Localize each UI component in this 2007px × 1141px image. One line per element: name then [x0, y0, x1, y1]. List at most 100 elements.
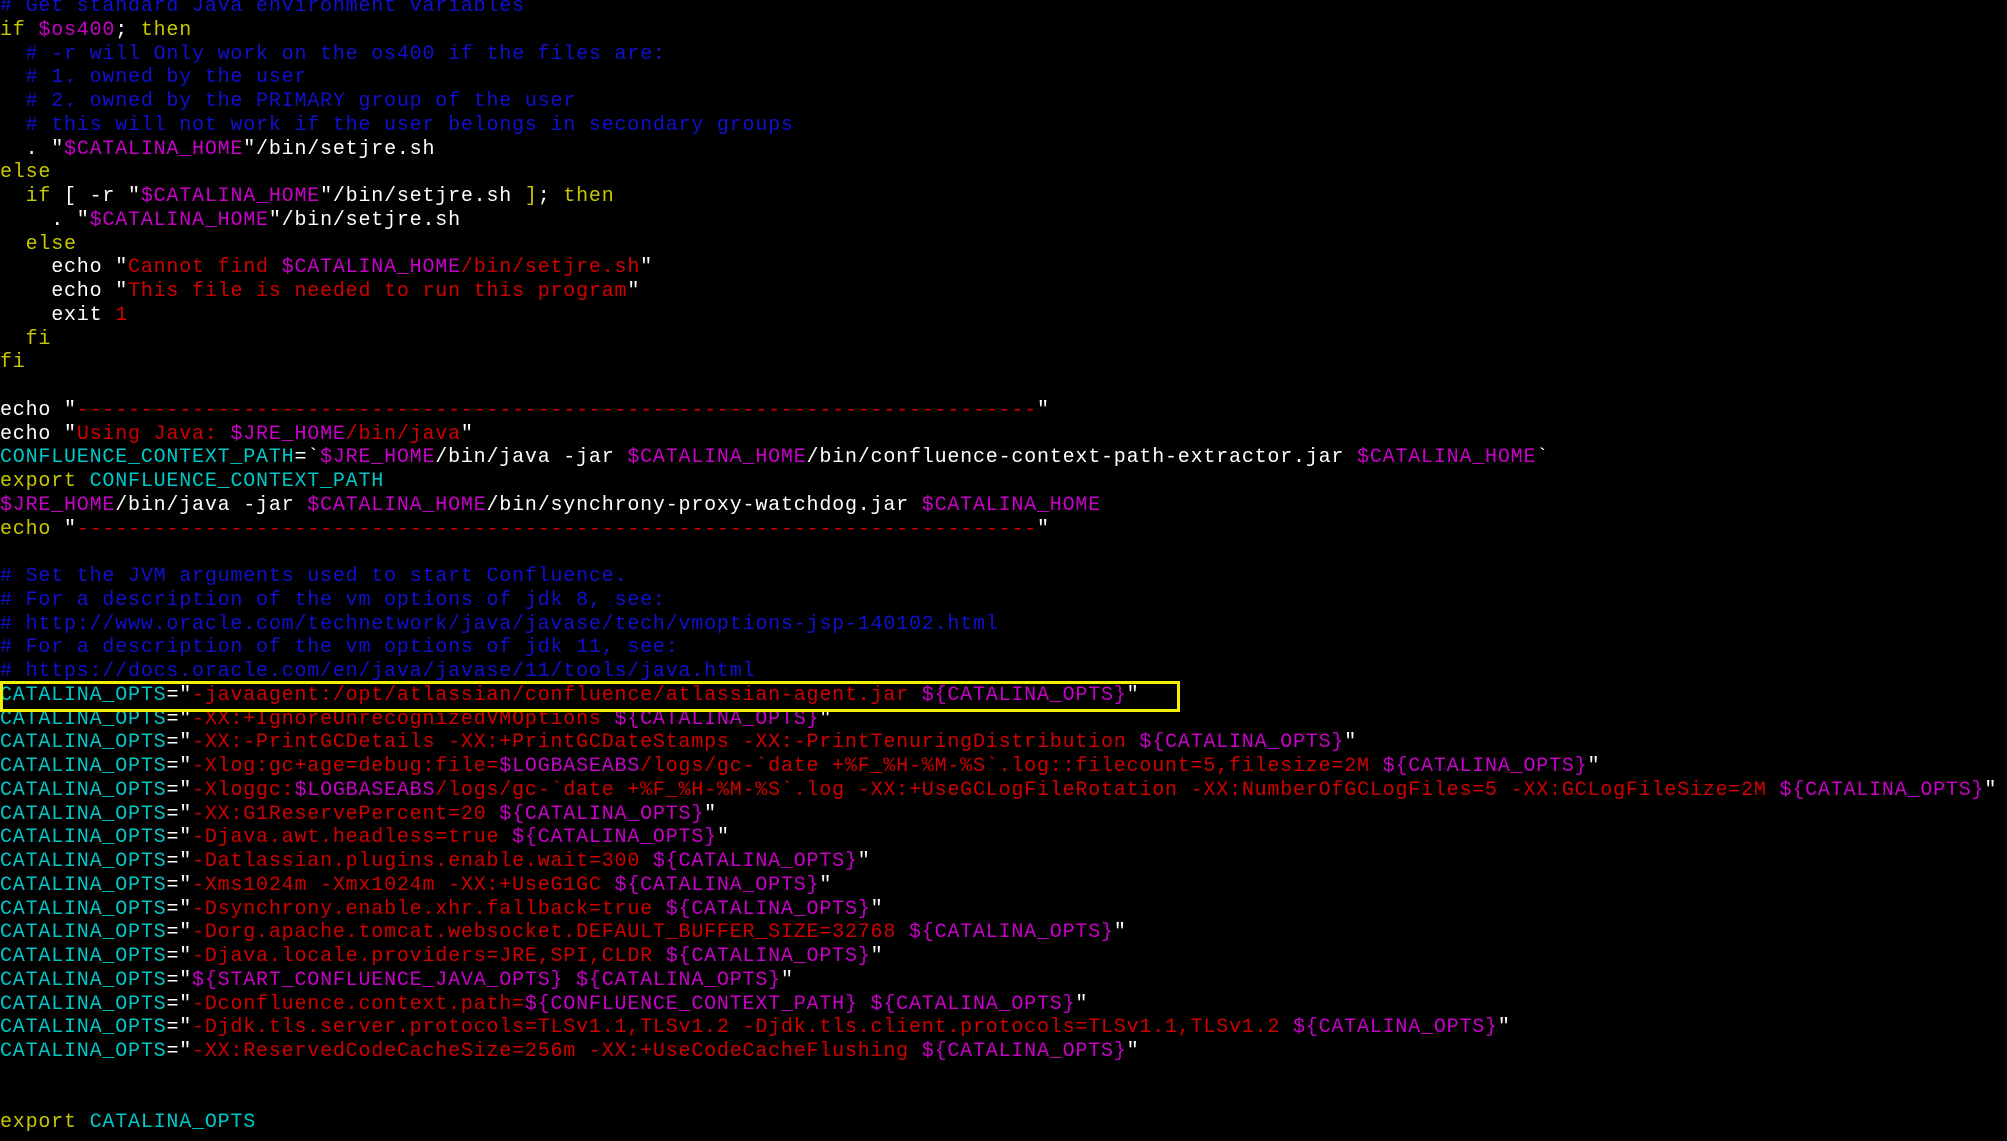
code-token-command: ": [1126, 683, 1140, 707]
code-token-variable: ${CATALINA_OPTS}: [1779, 778, 1985, 802]
code-line[interactable]: export CONFLUENCE_CONTEXT_PATH: [0, 470, 384, 494]
code-token-command: ": [1075, 992, 1089, 1016]
code-token-string: /bin/java: [345, 422, 461, 446]
code-token-variable: $CATALINA_HOME: [921, 493, 1102, 517]
code-line[interactable]: # Get standard Java environment variable…: [0, 0, 525, 19]
code-line[interactable]: # Set the JVM arguments used to start Co…: [0, 565, 627, 589]
code-line[interactable]: # -r will Only work on the os400 if the …: [0, 43, 666, 67]
code-token-identifier: CATALINA_OPTS: [0, 921, 167, 945]
code-token-identifier: CATALINA_OPTS: [0, 850, 167, 873]
code-token-variable: ${CATALINA_OPTS}: [499, 802, 705, 826]
code-line[interactable]: CATALINA_OPTS="-XX:ReservedCodeCacheSize…: [0, 1040, 1139, 1064]
code-line[interactable]: echo "This file is needed to run this pr…: [0, 280, 640, 304]
code-token-variable: ${CATALINA_OPTS}: [665, 897, 871, 921]
code-line[interactable]: CATALINA_OPTS="-XX:G1ReservePercent=20 $…: [0, 803, 717, 827]
code-line[interactable]: # 1. owned by the user: [0, 66, 307, 90]
code-token-identifier: CATALINA_OPTS: [0, 945, 167, 968]
code-line[interactable]: fi: [0, 328, 51, 352]
terminal-window[interactable]: # Get standard Java environment variable…: [0, 0, 2007, 1141]
code-line[interactable]: CATALINA_OPTS="-Djdk.tls.server.protocol…: [0, 1016, 1511, 1040]
code-token-command: "/bin/setjre.sh: [268, 208, 461, 232]
code-token-variable: $os400: [38, 18, 116, 42]
code-token-string: -XX:-PrintGCDetails -XX:+PrintGCDateStam…: [192, 731, 1140, 755]
code-line[interactable]: CONFLUENCE_CONTEXT_PATH=`$JRE_HOME/bin/j…: [0, 446, 1549, 470]
code-token-keyword: then: [563, 185, 615, 208]
code-line[interactable]: if $os400; then: [0, 19, 192, 43]
code-token-keyword: else: [0, 232, 77, 256]
code-token-command: "/bin/setjre.sh: [320, 185, 525, 208]
code-line[interactable]: CATALINA_OPTS="-Djava.locale.providers=J…: [0, 945, 883, 969]
code-token-keyword: if: [0, 18, 39, 42]
code-line[interactable]: CATALINA_OPTS="-Xloggc:$LOGBASEABS/logs/…: [0, 779, 1997, 803]
code-token-command: ": [1497, 1016, 1511, 1040]
code-token-identifier: CONFLUENCE_CONTEXT_PATH: [89, 470, 385, 493]
code-token-variable: ${CATALINA_OPTS}: [921, 683, 1127, 707]
code-token-command: ": [716, 826, 730, 850]
code-line[interactable]: . "$CATALINA_HOME"/bin/setjre.sh: [0, 209, 461, 233]
code-line[interactable]: else: [0, 161, 51, 185]
code-line[interactable]: exit 1: [0, 304, 128, 328]
code-token-string: -Dconfluence.context.path=: [192, 992, 525, 1016]
code-token-command: ": [780, 968, 794, 992]
code-token-string: -Dorg.apache.tomcat.websocket.DEFAULT_BU…: [192, 921, 909, 945]
code-line[interactable]: echo "Using Java: $JRE_HOME/bin/java": [0, 423, 474, 447]
code-line[interactable]: $JRE_HOME/bin/java -jar $CATALINA_HOME/b…: [0, 494, 1101, 518]
code-line[interactable]: CATALINA_OPTS="-Xlog:gc+age=debug:file=$…: [0, 755, 1600, 779]
code-token-string: -Xlog:gc+age=debug:file=: [192, 755, 500, 778]
code-line[interactable]: else: [0, 233, 77, 257]
code-token-variable: ${CATALINA_OPTS}: [614, 707, 820, 731]
code-token-string: -Dsynchrony.enable.xhr.fallback=true: [192, 897, 666, 921]
code-line[interactable]: CATALINA_OPTS="-javaagent:/opt/atlassian…: [0, 684, 1139, 708]
code-line[interactable]: CATALINA_OPTS="${START_CONFLUENCE_JAVA_O…: [0, 969, 794, 993]
code-token-string: -XX:ReservedCodeCacheSize=256m -XX:+UseC…: [192, 1040, 922, 1063]
code-token-command: =": [166, 850, 193, 873]
code-line[interactable]: CATALINA_OPTS="-Xms1024m -Xmx1024m -XX:+…: [0, 874, 832, 898]
code-token-keyword: else: [0, 161, 52, 185]
code-token-command: ": [64, 517, 77, 541]
code-line[interactable]: CATALINA_OPTS="-Dconfluence.context.path…: [0, 993, 1088, 1017]
code-token-keyword: if: [0, 185, 65, 208]
code-token-string: -Djava.locale.providers=JRE,SPI,CLDR: [192, 945, 666, 968]
code-line[interactable]: export CATALINA_OPTS: [0, 1111, 256, 1135]
code-token-variable: ${CATALINA_OPTS}: [512, 826, 717, 850]
code-line[interactable]: echo "Cannot find $CATALINA_HOME/bin/set…: [0, 256, 653, 280]
code-line[interactable]: echo "----------------------------------…: [0, 518, 1050, 542]
code-token-keyword: fi: [0, 327, 52, 351]
code-line[interactable]: # this will not work if the user belongs…: [0, 114, 794, 138]
code-token-command: =": [166, 968, 193, 992]
code-token-variable: $CATALINA_HOME: [1357, 446, 1537, 470]
code-line[interactable]: if [ -r "$CATALINA_HOME"/bin/setjre.sh ]…: [0, 185, 615, 209]
code-line[interactable]: CATALINA_OPTS="-Djava.awt.headless=true …: [0, 826, 730, 850]
code-token-command: ": [857, 850, 871, 873]
code-line[interactable]: # 2. owned by the PRIMARY group of the u…: [0, 90, 576, 114]
code-token-command: =": [166, 897, 193, 921]
code-line[interactable]: CATALINA_OPTS="-Dsynchrony.enable.xhr.fa…: [0, 898, 883, 922]
code-token-command: -jar: [243, 493, 308, 517]
code-line[interactable]: echo "----------------------------------…: [0, 399, 1050, 423]
code-token-comment: # Set the JVM arguments used to start Co…: [0, 565, 628, 588]
code-token-command: ": [1126, 1040, 1140, 1063]
code-line[interactable]: # https://docs.oracle.com/en/java/javase…: [0, 660, 755, 684]
code-token-string: This file is needed to run this program: [128, 280, 628, 303]
code-token-comment: # 2. owned by the PRIMARY group of the u…: [0, 90, 577, 113]
code-line[interactable]: # For a description of the vm options of…: [0, 636, 679, 660]
code-line[interactable]: CATALINA_OPTS="-XX:-PrintGCDetails -XX:+…: [0, 731, 1357, 755]
code-token-command: ": [1036, 398, 1050, 422]
code-token-command: =`: [294, 446, 321, 470]
code-token-identifier: CATALINA_OPTS: [0, 1040, 167, 1063]
code-line[interactable]: # http://www.oracle.com/technetwork/java…: [0, 613, 999, 637]
code-token-comment: # Get standard Java environment variable…: [0, 0, 525, 18]
code-token-command: . ": [0, 208, 90, 232]
code-line[interactable]: CATALINA_OPTS="-Dorg.apache.tomcat.webso…: [0, 921, 1127, 945]
code-line[interactable]: CATALINA_OPTS="-Datlassian.plugins.enabl…: [0, 850, 871, 874]
code-line[interactable]: # For a description of the vm options of…: [0, 589, 666, 613]
code-token-identifier: CATALINA_OPTS: [0, 1016, 167, 1040]
code-token-comment: # -r will Only work on the os400 if the …: [0, 42, 666, 66]
code-token-command: ": [870, 897, 884, 921]
code-line[interactable]: fi: [0, 351, 26, 375]
code-token-variable: $JRE_HOME: [320, 446, 436, 470]
code-token-identifier: CATALINA_OPTS: [0, 755, 167, 778]
code-token-comment: # 1. owned by the user: [0, 66, 308, 90]
code-line[interactable]: . "$CATALINA_HOME"/bin/setjre.sh: [0, 138, 435, 162]
code-line[interactable]: CATALINA_OPTS="-XX:+IgnoreUnrecognizedVM…: [0, 708, 832, 732]
